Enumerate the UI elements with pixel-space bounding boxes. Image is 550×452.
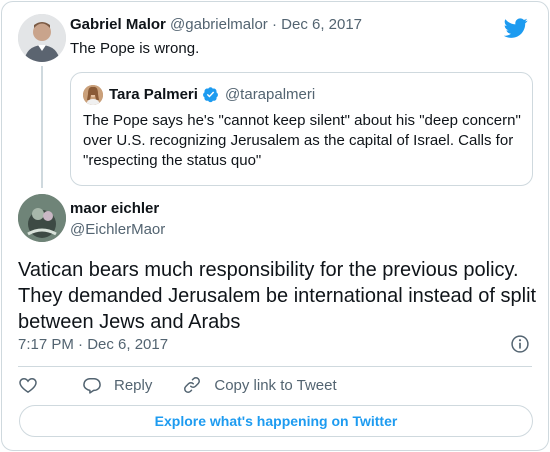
reply-icon [83,378,101,394]
link-icon [184,377,201,393]
avatar-tara-palmeri[interactable] [83,85,103,105]
tweet-timestamp[interactable]: 7:17 PM · Dec 6, 2017 [18,336,168,353]
main-author-handle[interactable]: @EichlerMaor [70,221,165,238]
main-tweet-text: Vatican bears much responsibility for th… [18,259,537,333]
embedded-tweet-card: Gabriel Malor @gabrielmalor · Dec 6, 201… [1,1,549,451]
tweet-actions: Reply Copy link to Tweet [18,374,367,396]
reply-label: Reply [114,376,153,394]
quoted-author-name[interactable]: Tara Palmeri [109,86,198,103]
verified-badge-icon [203,87,218,103]
parent-tweet-header: Gabriel Malor @gabrielmalor · Dec 6, 201… [70,16,362,33]
quoted-tweet-header: Tara Palmeri @tarapalmeri [109,86,315,103]
reply-button[interactable]: Reply [82,375,152,395]
copy-link-button[interactable]: Copy link to Tweet [182,375,337,395]
copy-link-label: Copy link to Tweet [214,376,337,394]
parent-tweet-text: The Pope is wrong. [70,40,200,57]
info-icon[interactable] [510,334,530,354]
parent-author-name[interactable]: Gabriel Malor [70,16,166,33]
parent-tweet-date[interactable]: Dec 6, 2017 [281,16,362,33]
divider [18,366,532,367]
explore-twitter-button[interactable]: Explore what's happening on Twitter [19,405,533,437]
avatar-gabriel-malor[interactable] [18,14,66,62]
like-button[interactable] [18,375,38,395]
main-author-name[interactable]: maor eichler [70,200,159,217]
twitter-logo-icon[interactable] [504,16,528,40]
quoted-tweet[interactable]: Tara Palmeri @tarapalmeri The Pope says … [70,72,533,186]
quoted-tweet-text: The Pope says he's "cannot keep silent" … [83,112,521,169]
thread-connector-line [41,66,43,188]
separator-dot: · [271,16,277,33]
parent-author-handle[interactable]: @gabrielmalor [170,16,268,33]
heart-icon [19,377,37,393]
avatar-maor-eichler[interactable] [18,194,66,242]
quoted-author-handle[interactable]: @tarapalmeri [225,86,315,103]
